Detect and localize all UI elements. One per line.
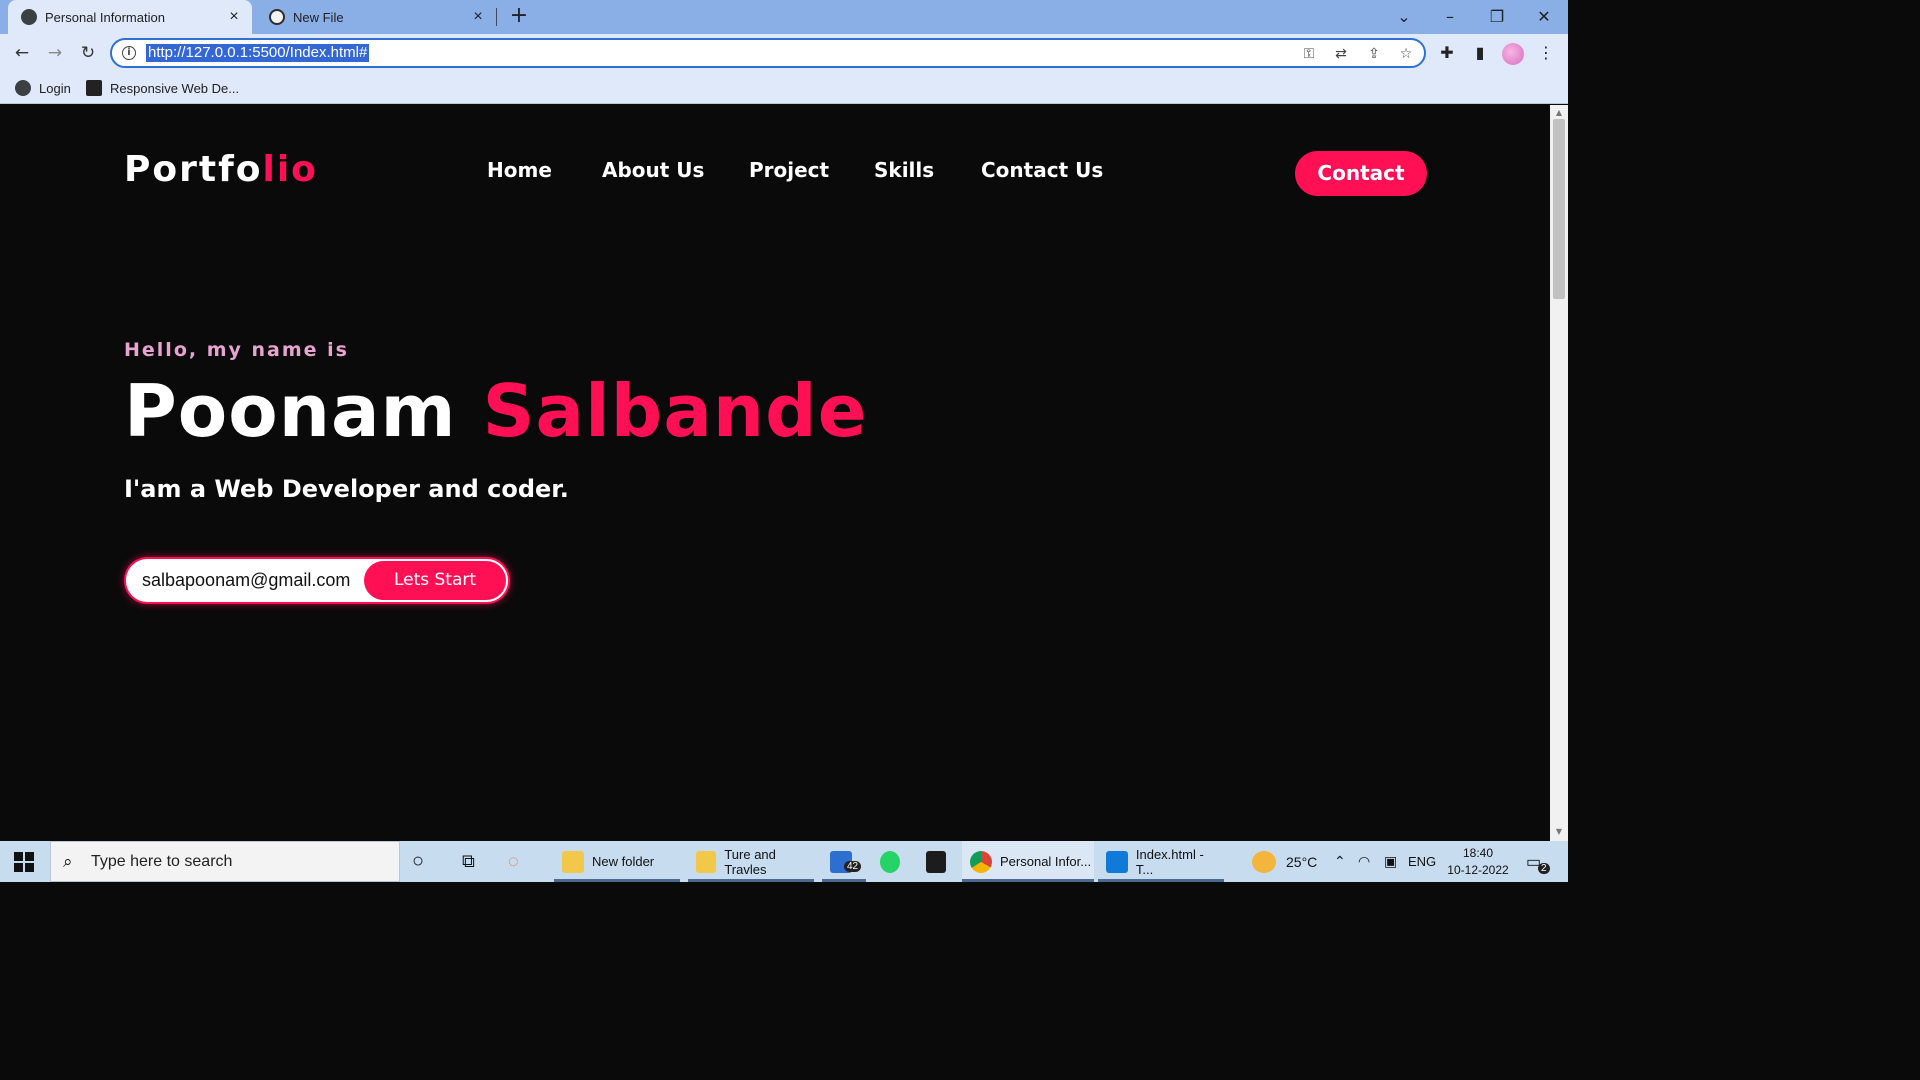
tab-personal-information[interactable]: Personal Information × [8,0,252,34]
notification-count: 2 [1538,863,1550,874]
side-panel-icon[interactable]: ▮ [1470,43,1490,63]
scroll-thumb[interactable] [1553,119,1565,299]
bookmark-login[interactable]: Login [15,78,71,98]
key-icon[interactable]: ⚿ [1300,45,1318,63]
logo-accent: lio [262,149,318,190]
terminal-icon [926,850,946,873]
search-placeholder: Type here to search [91,853,233,870]
folder-icon [696,850,717,873]
app-launcher-icon[interactable]: ◌ [508,841,542,882]
taskbar-app-mail[interactable]: 42 [822,841,866,882]
scroll-up-icon[interactable]: ▲ [1554,108,1564,118]
star-icon[interactable]: ☆ [1397,45,1415,63]
taskbar-clock[interactable]: 18:40 10-12-2022 [1440,845,1516,879]
hero-name: Poonam Salbande [124,369,868,453]
logo-main: Portfo [124,149,263,190]
taskbar-app-whatsapp[interactable] [872,841,908,882]
close-icon[interactable]: × [226,9,242,25]
last-name: Salbande [482,369,868,453]
windows-taskbar: ⌕ Type here to search ○ ⧉ ◌ New folder T… [0,841,1568,882]
profile-avatar[interactable] [1502,43,1524,65]
tab-search-chevron-icon[interactable]: ⌄ [1393,6,1415,28]
notification-icon[interactable]: ▭ 2 [1526,841,1550,882]
taskbar-app-label: New folder [592,854,655,869]
nav-skills[interactable]: Skills [874,158,934,182]
weather-temp: 25°C [1286,853,1318,870]
tab-title: Personal Information [45,9,165,25]
address-bar[interactable]: i http://127.0.0.1:5500/Index.html# ⚿ ⇄ … [110,38,1426,68]
portfolio-page: Portfolio Home About Us Project Skills C… [0,105,1550,841]
reload-icon[interactable]: ↻ [77,42,99,64]
new-tab-button[interactable]: + [508,5,530,28]
tagline: I'am a Web Developer and coder. [124,475,569,503]
url-text[interactable]: http://127.0.0.1:5500/Index.html# [146,44,370,62]
globe-icon [21,9,37,25]
menu-kebab-icon[interactable]: ⋮ [1536,43,1556,63]
email-value[interactable]: salbapoonam@gmail.com [142,570,350,591]
taskbar-app-ture-and-travles[interactable]: Ture and Travles [688,841,814,882]
taskbar-app-vscode[interactable]: Index.html - T... [1098,841,1224,882]
extensions-puzzle-icon[interactable]: ✚ [1437,43,1457,63]
taskbar-search-input[interactable]: ⌕ Type here to search [50,841,400,882]
first-name: Poonam [124,369,457,453]
tab-title: New File [293,9,344,25]
chrome-icon [970,850,992,873]
folder-icon [562,850,584,873]
site-logo-icon [86,80,102,96]
greeting-text: Hello, my name is [124,339,349,361]
taskbar-app-label: Personal Infor... [1000,854,1092,869]
nav-contact-us[interactable]: Contact Us [981,158,1103,182]
tab-strip: Personal Information × New File × + ⌄ – … [0,0,1568,34]
cortana-icon[interactable]: ○ [412,841,440,882]
nav-home[interactable]: Home [487,158,552,182]
mail-badge: 42 [844,861,862,872]
site-info-icon[interactable]: i [122,46,136,60]
forward-arrow-icon[interactable]: → [44,42,66,64]
minimize-button[interactable]: – [1439,6,1461,28]
tab-new-file[interactable]: New File × [256,0,496,34]
lets-start-button[interactable]: Lets Start [364,561,506,600]
translate-icon[interactable]: ⇄ [1332,45,1350,63]
task-view-icon[interactable]: ⧉ [462,841,490,882]
email-field[interactable]: salbapoonam@gmail.com Lets Start [124,557,510,604]
scroll-down-icon[interactable]: ▼ [1554,827,1564,837]
close-icon[interactable]: × [470,9,486,25]
page-scrollbar[interactable]: ▲ ▼ [1550,105,1568,841]
taskbar-app-label: Ture and Travles [724,846,776,877]
vscode-icon [1106,850,1128,873]
search-icon: ⌕ [63,852,73,871]
contact-button[interactable]: Contact [1295,151,1427,196]
windows-start-icon[interactable] [14,852,34,872]
bookmark-label: Login [39,80,71,96]
nav-project[interactable]: Project [749,158,829,182]
taskbar-app-label: Index.html - T... [1135,846,1204,877]
taskbar-app-chrome[interactable]: Personal Infor... [962,841,1094,882]
share-icon[interactable]: ⇪ [1365,45,1383,63]
browser-toolbar: ← → ↻ i http://127.0.0.1:5500/Index.html… [0,34,1568,72]
taskbar-app-mysql[interactable] [918,841,954,882]
tab-divider [496,8,497,26]
globe-icon [15,80,31,96]
restore-button[interactable]: ❐ [1486,6,1508,28]
github-icon [269,9,285,25]
window-close-button[interactable]: ✕ [1533,6,1555,28]
speaker-icon[interactable]: ▣ [1384,841,1397,882]
weather-sun-icon [1252,850,1276,873]
whatsapp-icon [880,850,900,873]
back-arrow-icon[interactable]: ← [11,42,33,64]
network-icon[interactable]: ◠ [1358,841,1370,882]
weather-widget[interactable]: 25°C [1252,841,1317,882]
clock-date: 10-12-2022 [1447,863,1509,877]
chevron-up-icon[interactable]: ⌃ [1334,841,1346,882]
taskbar-app-new-folder[interactable]: New folder [554,841,680,882]
clock-time: 18:40 [1462,846,1494,860]
language-indicator[interactable]: ENG [1408,841,1436,882]
bookmark-responsive-web[interactable]: Responsive Web De... [86,78,239,98]
site-logo[interactable]: Portfolio [124,149,318,190]
bookmark-label: Responsive Web De... [110,80,240,96]
nav-about-us[interactable]: About Us [602,158,704,182]
bookmarks-bar: Login Responsive Web De... [0,72,1568,104]
